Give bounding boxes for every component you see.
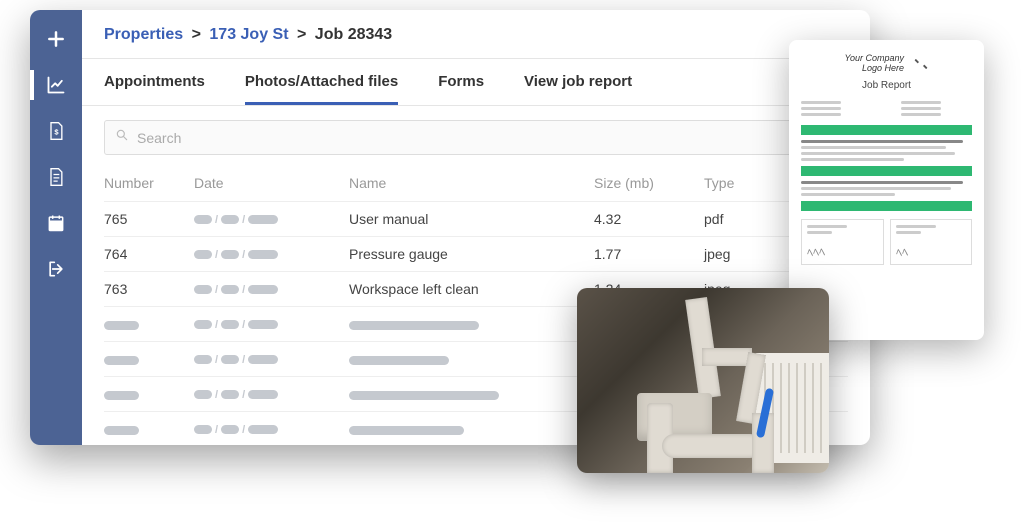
cell-size: 1.77 [594, 246, 704, 262]
breadcrumb-separator: > [192, 26, 201, 43]
company-logo-placeholder: Your CompanyLogo Here [845, 54, 905, 74]
table-header: Number Date Name Size (mb) Type [104, 165, 848, 201]
cell-number: 764 [104, 246, 194, 262]
column-header[interactable]: Number [104, 175, 194, 191]
search-icon [115, 128, 137, 147]
breadcrumb-current: Job 28343 [315, 26, 392, 43]
cell-name: Workspace left clean [349, 281, 594, 297]
search-input[interactable] [137, 130, 837, 146]
logout-icon[interactable] [45, 258, 67, 280]
signature-box: ﾍﾍ [890, 219, 973, 265]
report-title: Job Report [801, 80, 972, 91]
cell-date: // [194, 211, 349, 227]
sidebar: $ [30, 10, 82, 445]
tab-appointments[interactable]: Appointments [104, 59, 205, 105]
report-section-band [801, 125, 972, 135]
tab-report[interactable]: View job report [524, 59, 632, 105]
report-header: Your CompanyLogo Here Job Report [801, 54, 972, 91]
report-section-band [801, 166, 972, 176]
column-header[interactable]: Date [194, 175, 349, 191]
cell-size: 4.32 [594, 211, 704, 227]
cell-date: // [194, 246, 349, 262]
tab-photos[interactable]: Photos/Attached files [245, 59, 398, 105]
calendar-icon[interactable] [45, 212, 67, 234]
column-header[interactable]: Size (mb) [594, 175, 704, 191]
column-header[interactable]: Name [349, 175, 594, 191]
breadcrumb-link[interactable]: 173 Joy St [209, 26, 288, 43]
table-row[interactable]: 764 // Pressure gauge 1.77 jpeg [104, 236, 848, 271]
breadcrumb-separator: > [297, 26, 306, 43]
report-section-band [801, 201, 972, 211]
cell-number: 763 [104, 281, 194, 297]
document-icon[interactable] [45, 166, 67, 188]
table-row[interactable]: 765 // User manual 4.32 pdf [104, 201, 848, 236]
cell-date: // [194, 281, 349, 297]
tab-forms[interactable]: Forms [438, 59, 484, 105]
tabs: Appointments Photos/Attached files Forms… [82, 58, 870, 105]
attached-photo-card[interactable] [577, 288, 829, 473]
cell-number: 765 [104, 211, 194, 227]
breadcrumb-link[interactable]: Properties [104, 26, 183, 43]
search-box[interactable] [104, 120, 848, 155]
plus-icon[interactable] [45, 28, 67, 50]
svg-text:$: $ [54, 127, 59, 136]
cell-name: User manual [349, 211, 594, 227]
wrench-icon [909, 55, 929, 72]
invoice-icon[interactable]: $ [45, 120, 67, 142]
breadcrumb: Properties > 173 Joy St > Job 28343 [82, 10, 870, 58]
signature-box: ﾍﾍﾍ [801, 219, 884, 265]
cell-name: Pressure gauge [349, 246, 594, 262]
chart-icon[interactable] [45, 74, 67, 96]
